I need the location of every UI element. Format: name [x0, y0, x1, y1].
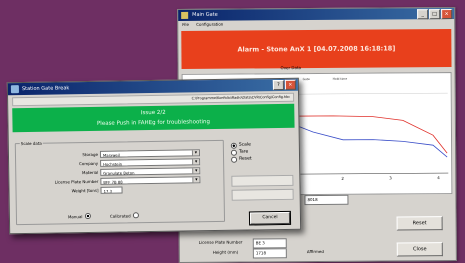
- dialog-app-icon: [10, 85, 19, 94]
- weight-label: Weight [tons]: [71, 187, 99, 194]
- storage-label: Storage: [82, 151, 99, 158]
- company-value: Hochstein: [103, 161, 123, 167]
- chevron-down-icon[interactable]: ▼: [191, 150, 199, 156]
- status-banner: Issue 2/2 Please Push in FAHEg for troub…: [12, 103, 295, 133]
- minimize-icon[interactable]: _: [417, 9, 429, 20]
- back-license-label: License Plate Number: [198, 239, 243, 245]
- close-button[interactable]: Close: [396, 242, 443, 257]
- menu-configuration[interactable]: Configuration: [196, 22, 223, 27]
- storage-select[interactable]: Marxweil ▼: [99, 149, 201, 158]
- back-height-label: Height (mm): [212, 249, 239, 255]
- license-plate-value: BFF 7B 88: [103, 179, 123, 185]
- x-tick-3: 3: [389, 175, 392, 181]
- series-blue: [287, 121, 448, 158]
- chart-caption: Over Data: [280, 65, 301, 71]
- chevron-down-icon[interactable]: ▼: [192, 177, 200, 183]
- group-title: Scale data: [19, 140, 43, 147]
- radio-manual[interactable]: Manual: [67, 213, 91, 220]
- dialog-close-icon[interactable]: ×: [284, 79, 296, 90]
- mode-radio-group: Scale Tare Reset: [230, 141, 252, 163]
- side-box-1: [231, 174, 294, 187]
- plate-field: 8018: [304, 194, 349, 206]
- calibrated-label: Calibrated: [109, 212, 131, 219]
- reset-label: Reset: [239, 156, 252, 162]
- dialog-help-icon[interactable]: ?: [272, 79, 284, 91]
- side-box-2: [231, 188, 294, 201]
- x-axis: [288, 172, 449, 175]
- radio-dot[interactable]: [230, 149, 237, 156]
- main-gate-title: Main Gate: [192, 11, 218, 18]
- cancel-button[interactable]: Cancel: [248, 210, 292, 226]
- station-gate-dialog: Station Gate Break ? × C:\Programme\Konf…: [6, 77, 302, 235]
- main-gate-titlebar: Main Gate _ □ ×: [178, 8, 455, 21]
- menu-file[interactable]: File: [182, 22, 189, 27]
- radio-dot[interactable]: [84, 213, 91, 220]
- radio-dot[interactable]: [231, 156, 238, 163]
- radio-reset[interactable]: Reset: [231, 155, 252, 163]
- dialog-title: Station Gate Break: [21, 85, 70, 93]
- material-value: Granulate Beton: [103, 170, 135, 176]
- maximize-icon[interactable]: □: [429, 9, 441, 20]
- license-plate-select[interactable]: BFF 7B 88 ▼: [100, 176, 201, 185]
- weight-input[interactable]: 17.3: [100, 186, 123, 194]
- grid-line: [287, 92, 448, 95]
- close-icon[interactable]: ×: [441, 9, 453, 20]
- radio-dot[interactable]: [230, 142, 237, 149]
- chevron-down-icon[interactable]: ▼: [192, 168, 200, 174]
- material-select[interactable]: Granulate Beton ▼: [100, 167, 201, 176]
- company-label: Company: [79, 160, 99, 167]
- alarm-banner: Alarm - Stone AnX 1 [04.07.2008 16:18:18…: [181, 29, 452, 69]
- x-tick-4: 4: [437, 175, 440, 181]
- affirmed-text: Affirmed: [306, 248, 324, 255]
- chevron-down-icon[interactable]: ▼: [192, 159, 200, 165]
- x-tick-2: 2: [341, 175, 344, 181]
- desktop: Main Gate _ □ × File Configuration Alarm…: [0, 0, 465, 263]
- radio-dot[interactable]: [132, 212, 139, 219]
- manual-label: Manual: [67, 213, 83, 219]
- back-license-field: BE 3: [252, 238, 287, 249]
- app-icon: [181, 11, 189, 19]
- series-red: [287, 115, 448, 154]
- company-select[interactable]: Hochstein ▼: [100, 158, 201, 167]
- storage-value: Marxweil: [102, 152, 120, 158]
- material-label: Material: [81, 169, 99, 176]
- license-plate-label: License Plate Number: [54, 178, 99, 185]
- row-weight: Weight [tons] 17.3: [16, 185, 216, 196]
- radio-calibrated[interactable]: Calibrated: [109, 212, 139, 219]
- reset-button[interactable]: Reset: [396, 216, 443, 231]
